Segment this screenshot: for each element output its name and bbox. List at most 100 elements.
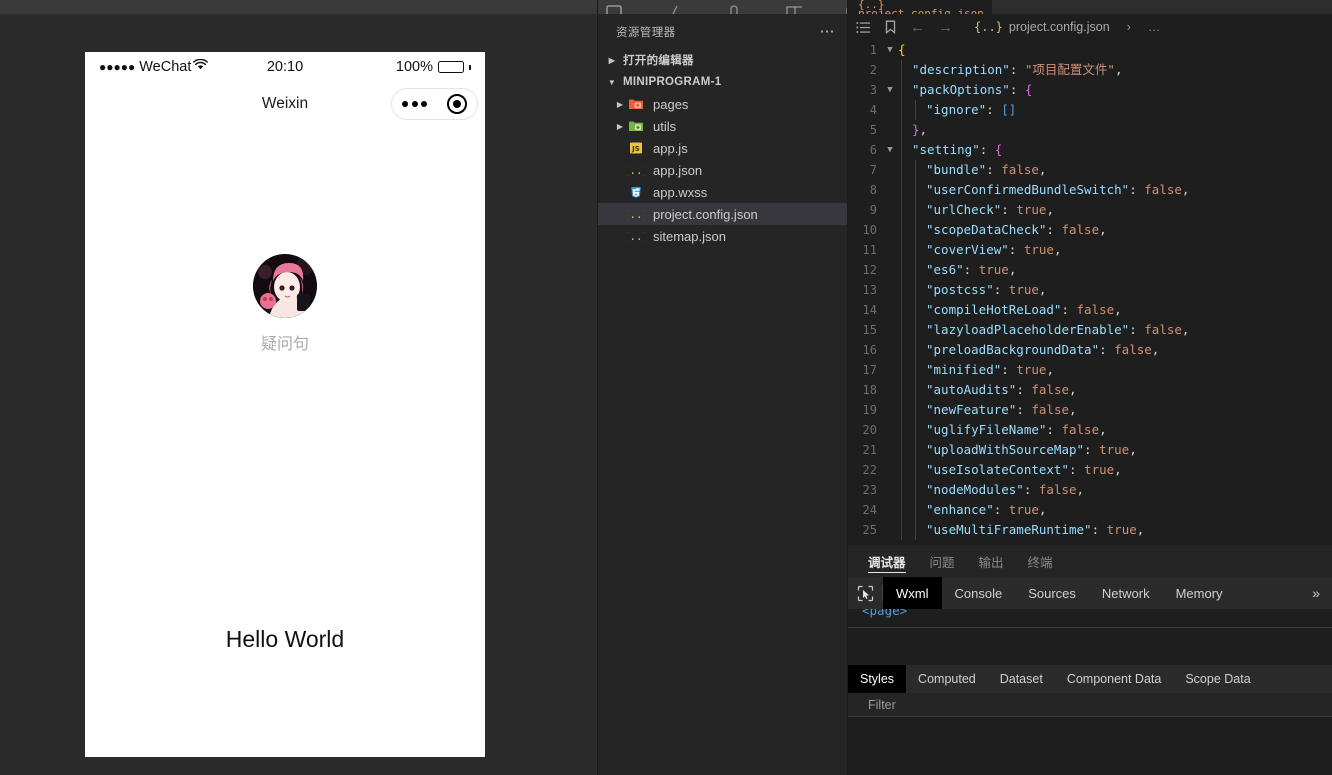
code-line[interactable]: 20 "uglifyFileName": false,: [848, 420, 1332, 440]
line-number: 14: [862, 303, 877, 317]
breadcrumb-more[interactable]: …: [1148, 20, 1162, 34]
code-line[interactable]: 12 "es6": true,: [848, 260, 1332, 280]
indent-guide: [898, 240, 912, 260]
explorer-title: 资源管理器: [616, 26, 676, 39]
layout-icon[interactable]: [786, 5, 802, 14]
code-line[interactable]: 21 "uploadWithSourceMap": true,: [848, 440, 1332, 460]
code-content[interactable]: 1 ▼{2 "description": "项目配置文件", 3 ▼ "packOptio…: [848, 40, 1332, 545]
code-line[interactable]: 19 "newFeature": false,: [848, 400, 1332, 420]
tree-item-label: utils: [653, 118, 677, 134]
ellipsis-icon[interactable]: ⋯: [820, 24, 837, 39]
code-line[interactable]: 3 ▼ "packOptions": {: [848, 80, 1332, 100]
arrow-right-icon[interactable]: →: [938, 19, 953, 36]
avatar[interactable]: [253, 254, 317, 318]
tree-item-app-json[interactable]: {..} app.json: [598, 159, 848, 181]
user-profile: 疑问句: [85, 254, 485, 354]
inspect-cursor-icon[interactable]: [848, 577, 882, 609]
code-line[interactable]: 10 "scopeDataCheck": false,: [848, 220, 1332, 240]
code-line[interactable]: 7 "bundle": false,: [848, 160, 1332, 180]
wxml-root-node[interactable]: <page>: [862, 609, 907, 618]
panel-tab-item[interactable]: 输出: [979, 545, 1004, 577]
target-circle-icon[interactable]: [447, 94, 467, 114]
tree-item-utils[interactable]: ▶ utils: [598, 115, 848, 137]
indent-guide: [898, 520, 912, 540]
code-line[interactable]: 22 "useIsolateContext": true,: [848, 460, 1332, 480]
panel-tab-active[interactable]: 调试器: [868, 545, 906, 577]
line-number: 7: [869, 163, 877, 177]
fold-chevron-down-icon[interactable]: ▼: [882, 40, 898, 60]
more-dots-icon[interactable]: [402, 101, 427, 107]
fold-chevron-down-icon[interactable]: ▼: [882, 80, 898, 100]
code-line[interactable]: 24 "enhance": true,: [848, 500, 1332, 520]
code-text: },: [912, 122, 928, 137]
code-line[interactable]: 11 "coverView": true,: [848, 240, 1332, 260]
sidebar-section-open-editors[interactable]: ▶ 打开的编辑器: [598, 49, 848, 71]
tree-item-app-wxss[interactable]: app.wxss: [598, 181, 848, 203]
line-number: 22: [862, 463, 877, 477]
devtools-tab-wxml[interactable]: Wxml: [883, 577, 942, 609]
styles-tab-component-data[interactable]: Component Data: [1055, 665, 1174, 693]
code-line[interactable]: 23 "nodeModules": false,: [848, 480, 1332, 500]
code-text: "nodeModules": false,: [926, 482, 1085, 497]
code-line[interactable]: 14 "compileHotReLoad": false,: [848, 300, 1332, 320]
code-line[interactable]: 8 "userConfirmedBundleSwitch": false,: [848, 180, 1332, 200]
sidebar-section-project-root[interactable]: ▼ MINIPROGRAM-1: [598, 71, 848, 93]
code-line[interactable]: 15 "lazyloadPlaceholderEnable": false,: [848, 320, 1332, 340]
code-line[interactable]: 6 ▼ "setting": {: [848, 140, 1332, 160]
preview-icon[interactable]: [726, 5, 742, 14]
indent-guide: [898, 60, 912, 80]
code-line[interactable]: 1 ▼{: [848, 40, 1332, 60]
tree-item-app-js[interactable]: JS app.js: [598, 137, 848, 159]
devtools-tab-console[interactable]: Console: [942, 577, 1016, 609]
code-line[interactable]: 4 "ignore": []: [848, 100, 1332, 120]
tree-item-label: app.json: [653, 162, 703, 178]
code-line[interactable]: 13 "postcss": true,: [848, 280, 1332, 300]
indent-guide: [912, 440, 926, 460]
devtools-tab-network[interactable]: Network: [1089, 577, 1163, 609]
line-number: 4: [869, 103, 877, 117]
editor-tab-project-config[interactable]: {..} project.config.json: [848, 0, 992, 14]
bookmark-icon[interactable]: [884, 20, 897, 34]
code-line[interactable]: 5},: [848, 120, 1332, 140]
devtools-tab-memory[interactable]: Memory: [1163, 577, 1236, 609]
styles-tab-computed[interactable]: Computed: [906, 665, 988, 693]
code-line[interactable]: 18 "autoAudits": false,: [848, 380, 1332, 400]
project-root-label: MINIPROGRAM-1: [623, 76, 722, 88]
tree-item-pages[interactable]: ▶ pages: [598, 93, 848, 115]
tree-item-project-config-json[interactable]: {..} project.config.json: [598, 203, 848, 225]
divider: [848, 627, 1332, 628]
simulator-device: ●●●●● WeChat 20:10 100% Weixin 疑问句 Hello…: [85, 52, 485, 757]
styles-tab-styles[interactable]: Styles: [848, 665, 907, 693]
tree-item-label: app.wxss: [653, 184, 708, 200]
panel-icon[interactable]: [606, 5, 622, 14]
code-line[interactable]: 17 "minified": true,: [848, 360, 1332, 380]
code-line[interactable]: 16 "preloadBackgroundData": false,: [848, 340, 1332, 360]
code-text: "compileHotReLoad": false,: [926, 302, 1122, 317]
filter-input[interactable]: Filter: [848, 693, 1332, 717]
code-line[interactable]: 9 "urlCheck": true,: [848, 200, 1332, 220]
wxml-tree-view[interactable]: <page>: [848, 609, 1332, 665]
compile-icon[interactable]: [666, 5, 682, 14]
devtools-tab-sources[interactable]: Sources: [1015, 577, 1089, 609]
double-chevron-right-icon[interactable]: »: [1312, 585, 1332, 601]
list-icon[interactable]: [856, 21, 871, 34]
styles-tab-scope-data[interactable]: Scope Data: [1173, 665, 1262, 693]
panel-tab-item[interactable]: 终端: [1028, 545, 1053, 577]
device-status-bar: ●●●●● WeChat 20:10 100%: [85, 52, 485, 82]
breadcrumb-file[interactable]: {..} project.config.json: [974, 20, 1110, 34]
tree-item-sitemap-json[interactable]: {..} sitemap.json: [598, 225, 848, 247]
code-line[interactable]: 2 "description": "项目配置文件",: [848, 60, 1332, 80]
line-number: 6: [869, 143, 877, 157]
arrow-left-icon[interactable]: ←: [910, 19, 925, 36]
panel-tab-item[interactable]: 问题: [930, 545, 955, 577]
weixin-capsule[interactable]: [391, 88, 478, 120]
indent-guide: [898, 100, 912, 120]
fold-chevron-down-icon[interactable]: ▼: [882, 140, 898, 160]
code-line[interactable]: 25 "useMultiFrameRuntime": true,: [848, 520, 1332, 540]
indent-guide: [898, 500, 912, 520]
styles-tab-dataset[interactable]: Dataset: [988, 665, 1055, 693]
